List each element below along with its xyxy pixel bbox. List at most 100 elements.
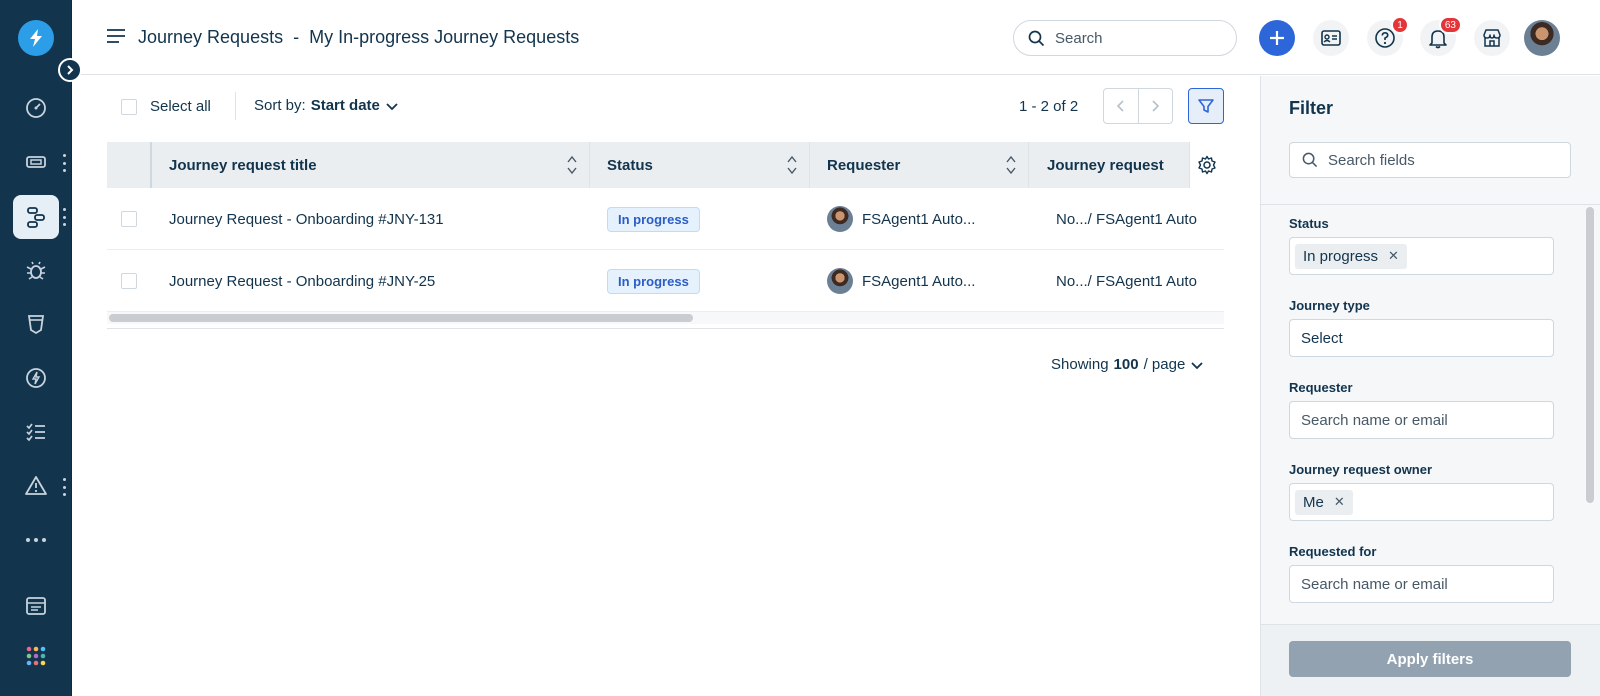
- id-card-icon: [1321, 30, 1341, 46]
- apply-filters-button[interactable]: Apply filters: [1289, 641, 1571, 677]
- select-all-label: Select all: [150, 98, 211, 115]
- row-owner: No.../ FSAgent1 Auto: [1056, 272, 1197, 290]
- sort-arrows-icon[interactable]: [787, 155, 797, 175]
- app-switcher-grid-icon[interactable]: [13, 634, 59, 678]
- search-icon: [1028, 30, 1045, 46]
- checkbox-box[interactable]: [121, 98, 137, 115]
- per-page-selector[interactable]: Showing 100 / page: [1051, 356, 1205, 373]
- store-button[interactable]: [1474, 20, 1510, 56]
- next-page-button[interactable]: [1137, 89, 1173, 123]
- status-filter-chip: In progress ✕: [1295, 243, 1407, 269]
- contact-card-button[interactable]: [1313, 20, 1349, 56]
- table-row[interactable]: Journey Request - Onboarding #JNY-131 In…: [107, 188, 1224, 250]
- dashboard-icon[interactable]: [13, 86, 59, 130]
- journeys-icon[interactable]: [13, 195, 59, 239]
- global-search-input[interactable]: Search: [1013, 20, 1237, 56]
- row-checkbox[interactable]: [121, 273, 137, 289]
- table-header: Journey request title Status Requester J…: [107, 142, 1224, 188]
- column-header-owner[interactable]: Journey request: [1047, 142, 1164, 188]
- column-status-label: Status: [607, 156, 653, 174]
- horizontal-scrollbar[interactable]: [107, 312, 1224, 324]
- sort-value: Start date: [310, 97, 380, 114]
- row-requester-cell: FSAgent1 Auto...: [827, 188, 975, 250]
- list-toolbar: Select all Sort by: Start date 1 - 2 of …: [72, 76, 1260, 136]
- sort-dropdown[interactable]: Sort by: Start date: [254, 97, 400, 114]
- requester-filter-input[interactable]: Search name or email: [1289, 401, 1554, 439]
- owner-filter-chip: Me ✕: [1295, 489, 1353, 515]
- notifications-button[interactable]: 63: [1420, 16, 1462, 56]
- help-badge: 1: [1391, 16, 1409, 34]
- row-title[interactable]: Journey Request - Onboarding #JNY-131: [169, 188, 444, 250]
- toolbar-divider: [235, 92, 236, 120]
- status-filter-field[interactable]: In progress ✕: [1289, 237, 1554, 275]
- owner-chip-label: Me: [1303, 493, 1324, 511]
- requested-for-input[interactable]: Search name or email: [1289, 565, 1554, 603]
- sort-arrows-icon[interactable]: [567, 155, 577, 175]
- search-fields-input[interactable]: Search fields: [1289, 142, 1571, 178]
- funnel-icon: [1198, 99, 1214, 113]
- tickets-more-icon[interactable]: [60, 154, 68, 172]
- journey-type-select[interactable]: Select: [1289, 319, 1554, 357]
- portal-window-icon[interactable]: [13, 584, 59, 628]
- journey-list: Select all Sort by: Start date 1 - 2 of …: [72, 76, 1260, 696]
- new-plus-button[interactable]: [1259, 20, 1295, 56]
- plus-icon: [1270, 31, 1284, 45]
- row-title[interactable]: Journey Request - Onboarding #JNY-25: [169, 250, 435, 312]
- previous-page-button[interactable]: [1104, 89, 1138, 123]
- expand-nav-chevron-icon[interactable]: [58, 58, 82, 82]
- chevron-down-icon: [1191, 361, 1203, 369]
- column-divider: [809, 142, 810, 188]
- status-badge: In progress: [607, 206, 700, 232]
- more-modules-icon[interactable]: [13, 518, 59, 562]
- tickets-icon[interactable]: [13, 140, 59, 184]
- column-header-status[interactable]: Status: [607, 142, 653, 188]
- view-name[interactable]: My In-progress Journey Requests: [309, 27, 579, 47]
- search-icon: [1302, 152, 1318, 168]
- search-fields-placeholder: Search fields: [1328, 151, 1415, 169]
- row-requester-cell: FSAgent1 Auto...: [827, 250, 975, 312]
- row-checkbox[interactable]: [121, 211, 137, 227]
- remove-chip-close-icon[interactable]: ✕: [1334, 494, 1345, 510]
- changes-shield-icon[interactable]: [13, 302, 59, 346]
- alerts-warning-icon[interactable]: [13, 464, 59, 508]
- title-separator: -: [293, 27, 300, 47]
- requested-for-label: Requested for: [1289, 544, 1377, 559]
- column-header-title[interactable]: Journey request title: [169, 142, 317, 188]
- app-window: Journey Requests - My In-progress Journey …: [0, 0, 1600, 696]
- help-button[interactable]: 1: [1367, 16, 1409, 56]
- filter-title: Filter: [1289, 98, 1334, 118]
- owner-filter-label: Journey request owner: [1289, 462, 1433, 477]
- column-divider: [150, 142, 152, 188]
- owner-filter-field[interactable]: Me ✕: [1289, 483, 1554, 521]
- alerts-more-icon[interactable]: [60, 478, 68, 496]
- pagination-buttons: [1103, 88, 1173, 124]
- row-status-cell: In progress: [607, 250, 700, 312]
- sort-arrows-icon[interactable]: [1006, 155, 1016, 175]
- releases-bolt-icon[interactable]: [13, 356, 59, 400]
- left-nav: [0, 0, 82, 696]
- table-body: Journey Request - Onboarding #JNY-131 In…: [107, 188, 1224, 312]
- product-logo-icon[interactable]: [18, 20, 54, 56]
- status-chip-label: In progress: [1303, 247, 1379, 265]
- scrollbar-thumb[interactable]: [109, 314, 693, 322]
- table-row[interactable]: Journey Request - Onboarding #JNY-25 In …: [107, 250, 1224, 312]
- column-header-requester[interactable]: Requester: [827, 142, 900, 188]
- column-title-label: Journey request title: [169, 156, 317, 174]
- problems-bug-icon[interactable]: [13, 248, 59, 292]
- requester-name: FSAgent1 Auto...: [862, 272, 976, 290]
- column-requester-label: Requester: [827, 156, 901, 174]
- avatar: [827, 206, 853, 232]
- column-divider: [589, 142, 590, 188]
- requester-name: FSAgent1 Auto...: [862, 210, 976, 228]
- filter-scrollbar[interactable]: [1586, 207, 1594, 503]
- showing-suffix: / page: [1143, 356, 1186, 373]
- menu-hamburger-icon[interactable]: [106, 28, 126, 44]
- tasks-checklist-icon[interactable]: [13, 410, 59, 454]
- select-all-checkbox[interactable]: Select all: [121, 98, 211, 115]
- sort-label: Sort by:: [254, 97, 306, 114]
- user-avatar[interactable]: [1524, 20, 1560, 56]
- filter-toggle-button[interactable]: [1188, 88, 1224, 124]
- column-settings-button[interactable]: [1189, 142, 1224, 188]
- journeys-more-icon[interactable]: [60, 208, 68, 226]
- remove-chip-close-icon[interactable]: ✕: [1388, 248, 1399, 264]
